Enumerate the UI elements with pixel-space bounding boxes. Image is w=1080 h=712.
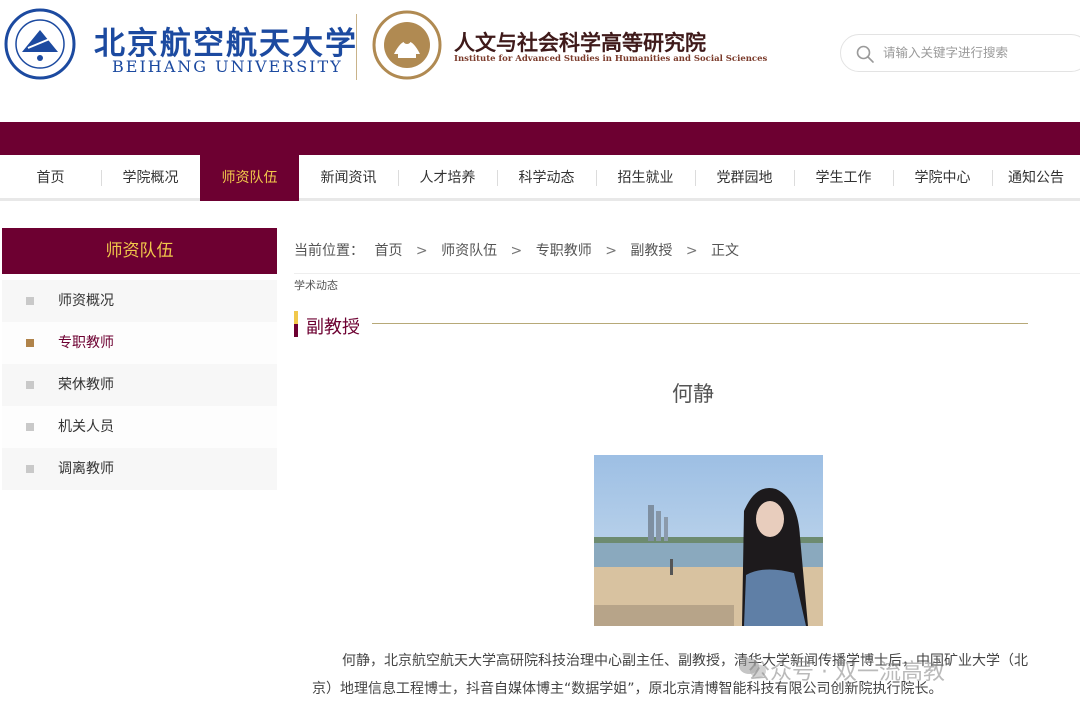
nav-item-about[interactable]: 学院概况 <box>101 155 200 201</box>
sidebar-item-fulltime-faculty[interactable]: 专职教师 <box>2 322 277 364</box>
nav-item-home[interactable]: 首页 <box>0 155 101 201</box>
institute-name-cn: 人文与社会科学高等研究院 <box>454 30 706 55</box>
bullet-icon <box>26 465 34 473</box>
bio-line: 何静，北京航空航天大学高研院科技治理中心副主任、副教授，清华大学新闻传播学博士后… <box>342 653 1028 669</box>
sidebar-item-label: 专职教师 <box>58 335 114 351</box>
breadcrumb-home[interactable]: 首页 <box>374 240 402 260</box>
nav-item-research[interactable]: 科学动态 <box>497 155 596 201</box>
sidebar-item-former-faculty[interactable]: 调离教师 <box>2 448 277 490</box>
breadcrumb-separator: > <box>415 243 428 259</box>
header-divider <box>356 14 357 80</box>
nav-item-education[interactable]: 人才培养 <box>398 155 497 201</box>
sidebar-item-staff[interactable]: 机关人员 <box>2 406 277 448</box>
section-accent-bar <box>294 311 298 337</box>
search-icon[interactable] <box>855 44 875 64</box>
sidebar-item-label: 师资概况 <box>58 293 114 309</box>
watermark: 公众号 · 双一流高教 <box>748 660 945 685</box>
sidebar-item-label: 机关人员 <box>58 419 114 435</box>
main-nav: 首页 学院概况 师资队伍 新闻资讯 人才培养 科学动态 招生就业 党群园地 学生… <box>0 155 1080 201</box>
sidebar-item-overview[interactable]: 师资概况 <box>2 280 277 322</box>
nav-item-faculty[interactable]: 师资队伍 <box>200 155 299 201</box>
breadcrumb-faculty[interactable]: 师资队伍 <box>441 240 497 260</box>
breadcrumb-associate-professor[interactable]: 副教授 <box>630 240 672 260</box>
university-name-en: BEIHANG UNIVERSITY <box>112 57 343 76</box>
breadcrumb-separator: > <box>685 243 698 259</box>
bullet-icon <box>26 339 34 347</box>
breadcrumb: 当前位置： 首页 > 师资队伍 > 专职教师 > 副教授 > 正文 <box>294 240 739 260</box>
nav-item-party[interactable]: 党群园地 <box>695 155 794 201</box>
breadcrumb-separator: > <box>510 243 523 259</box>
sub-label: 学术动态 <box>294 279 338 292</box>
bullet-icon <box>26 381 34 389</box>
section-title: 副教授 <box>306 317 360 338</box>
sidebar-item-label: 调离教师 <box>58 461 114 477</box>
nav-item-centers[interactable]: 学院中心 <box>893 155 992 201</box>
section-divider <box>372 323 1028 324</box>
breadcrumb-prefix: 当前位置： <box>294 243 364 259</box>
sidebar-item-emeritus[interactable]: 荣休教师 <box>2 364 277 406</box>
breadcrumb-separator: > <box>605 243 617 259</box>
bio-line: 京）地理信息工程博士，抖音自媒体博主“数据学姐”，原北京清博智能科技有限公司创新… <box>312 681 943 697</box>
nav-item-admissions[interactable]: 招生就业 <box>596 155 695 201</box>
breadcrumb-fulltime[interactable]: 专职教师 <box>536 240 592 260</box>
profile-photo <box>594 455 823 626</box>
nav-item-student-affairs[interactable]: 学生工作 <box>794 155 893 201</box>
breadcrumb-current: 正文 <box>711 243 740 259</box>
institute-seal-logo[interactable] <box>372 10 442 80</box>
nav-item-news[interactable]: 新闻资讯 <box>299 155 398 201</box>
bio-paragraph: 何静，北京航空航天大学高研院科技治理中心副主任、副教授，清华大学新闻传播学博士后… <box>312 647 1070 703</box>
header-band <box>0 122 1080 155</box>
person-name: 何静 <box>672 382 714 406</box>
bullet-icon <box>26 297 34 305</box>
bullet-icon <box>26 423 34 431</box>
search-box[interactable] <box>840 34 1080 72</box>
sidebar-item-label: 荣休教师 <box>58 377 114 393</box>
sidebar-title: 师资队伍 <box>2 228 277 274</box>
search-input[interactable] <box>883 43 1073 63</box>
breadcrumb-divider <box>294 273 1080 274</box>
site-header: 北京航空航天大学 BEIHANG UNIVERSITY 人文与社会科学高等研究院… <box>0 0 1080 122</box>
beihang-seal-logo[interactable] <box>4 8 76 80</box>
sidebar-menu: 师资概况 专职教师 荣休教师 机关人员 调离教师 <box>2 280 277 490</box>
nav-item-notices[interactable]: 通知公告 <box>992 155 1080 201</box>
institute-name-en: Institute for Advanced Studies in Humani… <box>454 54 768 64</box>
